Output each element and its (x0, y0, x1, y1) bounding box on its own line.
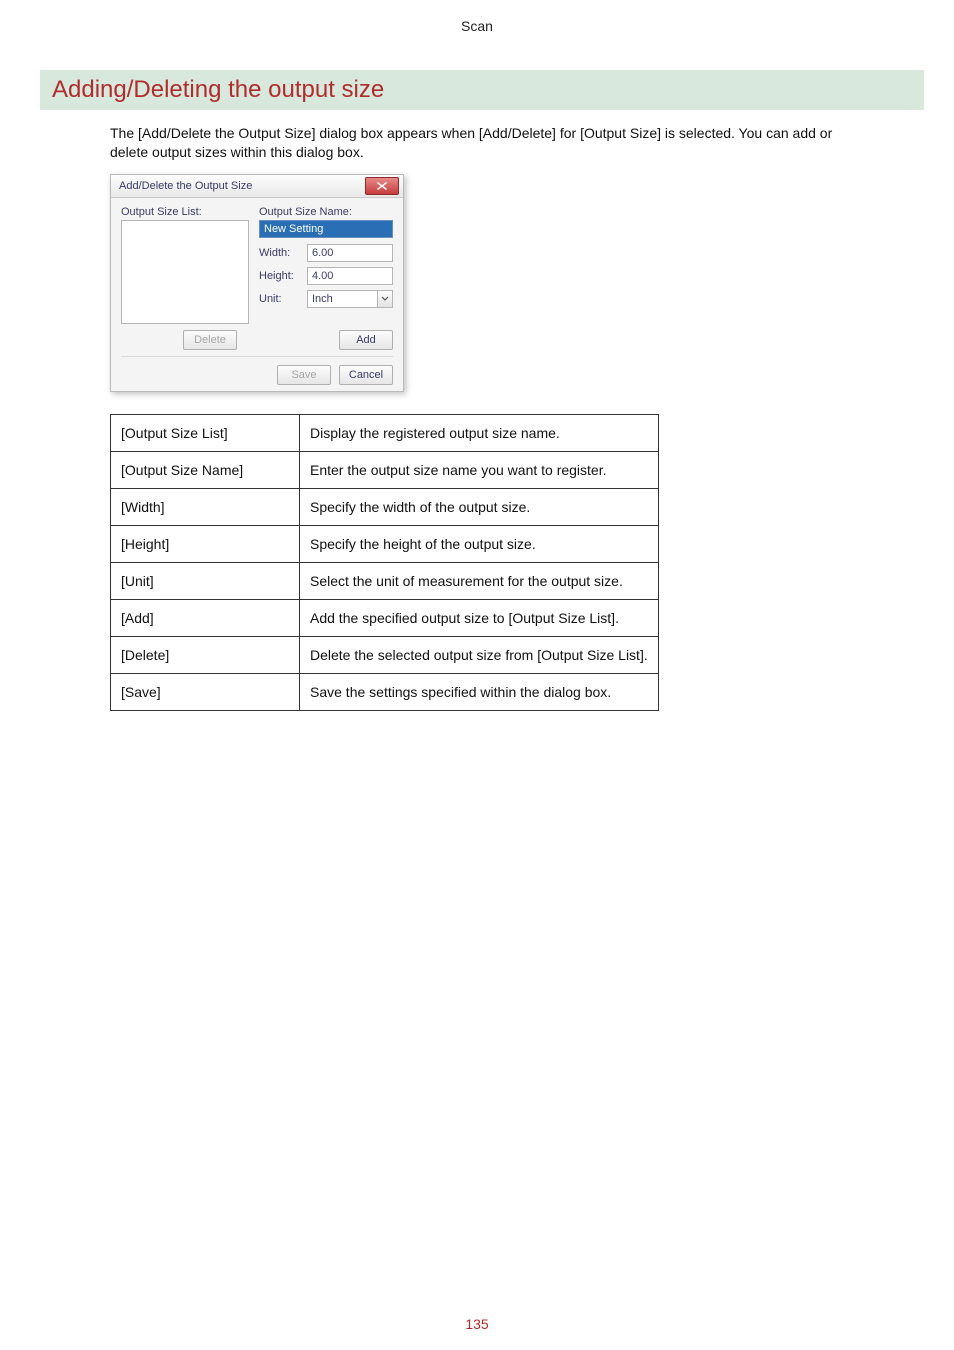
chevron-down-icon[interactable] (377, 290, 393, 308)
def-key: [Save] (111, 673, 300, 710)
dialog-body: Output Size List: Output Size Name: New … (111, 198, 403, 391)
def-val: Delete the selected output size from [Ou… (300, 636, 659, 673)
dialog-left-col: Output Size List: (121, 206, 249, 324)
page: Scan Adding/Deleting the output size The… (0, 0, 954, 1350)
save-button[interactable]: Save (277, 365, 331, 385)
def-key: [Output Size List] (111, 414, 300, 451)
heading-bar: Adding/Deleting the output size (40, 70, 924, 110)
unit-label: Unit: (259, 293, 307, 305)
table-row: [Width] Specify the width of the output … (111, 488, 659, 525)
delete-button[interactable]: Delete (183, 330, 237, 350)
page-number: 135 (0, 1316, 954, 1332)
def-key: [Add] (111, 599, 300, 636)
dialog-button-row-2: Save Cancel (121, 356, 393, 385)
height-label: Height: (259, 270, 307, 282)
definitions-table: [Output Size List] Display the registere… (110, 414, 659, 711)
def-key: [Height] (111, 525, 300, 562)
unit-select[interactable]: Inch (307, 290, 393, 308)
page-header: Scan (40, 14, 914, 70)
definitions-body: [Output Size List] Display the registere… (111, 414, 659, 710)
dialog-columns: Output Size List: Output Size Name: New … (121, 206, 393, 324)
table-row: [Output Size List] Display the registere… (111, 414, 659, 451)
def-key: [Width] (111, 488, 300, 525)
table-row: [Add] Add the specified output size to [… (111, 599, 659, 636)
table-row: [Output Size Name] Enter the output size… (111, 451, 659, 488)
unit-value: Inch (307, 290, 377, 308)
output-size-list-label: Output Size List: (121, 206, 249, 218)
def-val: Specify the width of the output size. (300, 488, 659, 525)
close-icon[interactable] (365, 177, 399, 195)
add-button[interactable]: Add (339, 330, 393, 350)
def-key: [Output Size Name] (111, 451, 300, 488)
cancel-button[interactable]: Cancel (339, 365, 393, 385)
def-val: Display the registered output size name. (300, 414, 659, 451)
output-size-name-field[interactable]: New Setting (259, 220, 393, 238)
page-title: Adding/Deleting the output size (52, 76, 912, 104)
height-field[interactable]: 4.00 (307, 267, 393, 285)
output-size-list[interactable] (121, 220, 249, 324)
width-label: Width: (259, 247, 307, 259)
output-size-name-label: Output Size Name: (259, 206, 393, 218)
unit-row: Unit: Inch (259, 290, 393, 308)
width-field[interactable]: 6.00 (307, 244, 393, 262)
dialog-button-row-1: Delete Add (121, 324, 393, 350)
dialog-title: Add/Delete the Output Size (119, 180, 252, 192)
def-key: [Delete] (111, 636, 300, 673)
def-val: Save the settings specified within the d… (300, 673, 659, 710)
table-row: [Save] Save the settings specified withi… (111, 673, 659, 710)
dialog-right-col: Output Size Name: New Setting Width: 6.0… (259, 206, 393, 324)
def-val: Select the unit of measurement for the o… (300, 562, 659, 599)
output-size-dialog: Add/Delete the Output Size Output Size L… (110, 174, 404, 392)
width-row: Width: 6.00 (259, 244, 393, 262)
def-key: [Unit] (111, 562, 300, 599)
table-row: [Delete] Delete the selected output size… (111, 636, 659, 673)
def-val: Specify the height of the output size. (300, 525, 659, 562)
body-block: The [Add/Delete the Output Size] dialog … (110, 124, 870, 711)
def-val: Add the specified output size to [Output… (300, 599, 659, 636)
table-row: [Height] Specify the height of the outpu… (111, 525, 659, 562)
table-row: [Unit] Select the unit of measurement fo… (111, 562, 659, 599)
height-row: Height: 4.00 (259, 267, 393, 285)
dialog-titlebar: Add/Delete the Output Size (111, 175, 403, 198)
intro-text: The [Add/Delete the Output Size] dialog … (110, 124, 870, 162)
def-val: Enter the output size name you want to r… (300, 451, 659, 488)
